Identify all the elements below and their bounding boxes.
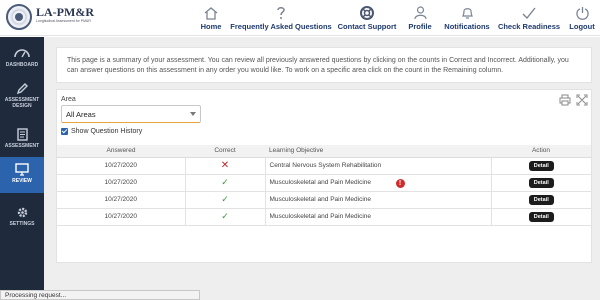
cell-answered: 10/27/2020 [57,191,186,209]
area-select[interactable]: All Areas [61,105,201,123]
chevron-down-icon [190,112,196,116]
home-icon [204,2,218,20]
sidebar: DASHBOARD ASSESSMENT DESIGN ASSESSMENT R… [0,37,44,300]
pencil-icon [16,81,29,95]
nav-profile[interactable]: Profile [408,0,432,36]
nav-home[interactable]: Home [200,0,222,36]
sidebar-item-assessment-design[interactable]: ASSESSMENT DESIGN [0,81,44,117]
header-action: Action [491,145,591,158]
area-select-value: All Areas [66,110,96,119]
table-header-row: Answered Correct Learning Objective Acti… [57,145,591,158]
status-bar: Processing request... [0,290,200,300]
cell-objective: Musculoskeletal and Pain Medicine! [265,174,492,192]
cell-answered: 10/27/2020 [57,157,186,175]
cell-correct: ✓ [185,208,266,226]
logo-subtitle: Longitudinal Assessment for PM&R [36,19,91,23]
checkmark-icon [522,2,536,20]
show-history-checkbox[interactable] [61,128,68,135]
table-row: 10/27/2020 ✓ Musculoskeletal and Pain Me… [57,174,591,192]
cell-action: Detail [491,157,591,175]
review-panel: Area All Areas Show Question History Ans… [56,89,592,263]
sidebar-item-settings[interactable]: SETTINGS [0,205,44,233]
header-learning-objective[interactable]: Learning Objective [265,145,491,158]
cell-answered: 10/27/2020 [57,174,186,192]
header-correct[interactable]: Correct [185,145,265,158]
top-header: LA-PM&R Longitudinal Assessment for PM&R… [0,0,600,36]
cell-objective: Musculoskeletal and Pain Medicine [265,191,492,209]
power-icon [575,2,589,20]
cell-correct: ✓ [185,191,266,209]
table-row: 10/27/2020 ✕ Central Nervous System Reha… [57,157,591,175]
sidebar-item-dashboard[interactable]: DASHBOARD [0,46,44,74]
area-label: Area [61,96,76,103]
logo[interactable]: LA-PM&R Longitudinal Assessment for PM&R [6,3,94,33]
alert-icon[interactable]: ! [395,178,405,188]
main-content: This page is a summary of your assessmen… [44,37,600,300]
intro-text: This page is a summary of your assessmen… [67,57,569,74]
nav-faq[interactable]: Frequently Asked Questions [230,0,332,36]
nav-logout[interactable]: Logout [568,0,596,36]
detail-button[interactable]: Detail [528,177,554,188]
show-history-label: Show Question History [71,128,143,135]
nav-notifications[interactable]: Notifications [444,0,490,36]
question-icon [276,2,286,20]
header-answered[interactable]: Answered [57,145,185,158]
cell-answered: 10/27/2020 [57,208,186,226]
dashboard-icon [14,46,30,60]
detail-button[interactable]: Detail [528,160,554,171]
correct-check-icon: ✓ [221,177,229,187]
cell-objective: Musculoskeletal and Pain Medicine [265,208,492,226]
nav-check-readiness[interactable]: Check Readiness [498,0,560,36]
bell-icon [461,2,474,20]
cell-correct: ✕ [185,157,266,175]
monitor-icon [15,162,29,176]
document-icon [16,127,28,141]
lifebuoy-icon [360,2,374,20]
table-row: 10/27/2020 ✓ Musculoskeletal and Pain Me… [57,208,591,226]
intro-panel: This page is a summary of your assessmen… [56,47,592,83]
cell-correct: ✓ [185,174,266,192]
expand-icon[interactable] [576,93,588,106]
gear-icon [16,205,29,219]
print-icon[interactable] [559,93,571,106]
cell-action: Detail [491,208,591,226]
seal-logo-icon [6,4,32,30]
detail-button[interactable]: Detail [528,194,554,205]
user-icon [413,2,427,20]
nav-contact-support[interactable]: Contact Support [338,0,396,36]
results-table: Answered Correct Learning Objective Acti… [57,145,591,226]
logo-name: LA-PM&R [36,5,94,19]
detail-button[interactable]: Detail [528,211,554,222]
correct-check-icon: ✓ [221,211,229,221]
table-row: 10/27/2020 ✓ Musculoskeletal and Pain Me… [57,191,591,209]
sidebar-item-review[interactable]: REVIEW [0,157,44,193]
incorrect-x-icon: ✕ [220,160,230,171]
cell-objective: Central Nervous System Rehabilitation [265,157,492,175]
show-history-toggle[interactable]: Show Question History [61,128,142,135]
correct-check-icon: ✓ [221,194,229,204]
cell-action: Detail [491,191,591,209]
sidebar-item-assessment[interactable]: ASSESSMENT [0,127,44,155]
cell-action: Detail [491,174,591,192]
